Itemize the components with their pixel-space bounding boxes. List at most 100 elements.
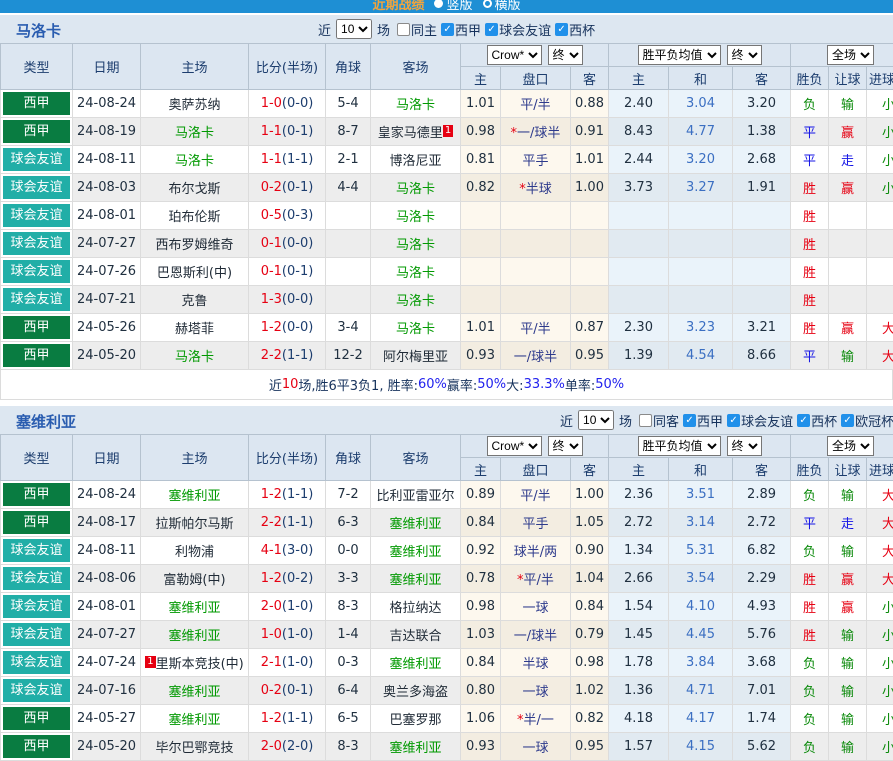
checkbox-checked-icon[interactable]: ✓: [555, 23, 568, 36]
away-team-name[interactable]: 马洛卡: [396, 98, 435, 113]
score-cell: 1-1(0-1): [249, 118, 326, 146]
checkbox-checked-icon[interactable]: ✓: [841, 414, 854, 427]
sub-header-3: 主: [609, 458, 669, 481]
home-team-name[interactable]: 珀布伦斯: [168, 210, 220, 225]
home-team-name[interactable]: 利物浦: [175, 545, 214, 560]
result-handicap: 赢: [829, 118, 867, 146]
result-wdl: 胜: [791, 230, 829, 258]
home-team-name[interactable]: 塞维利亚: [168, 629, 220, 644]
home-team-name[interactable]: 奥萨苏纳: [168, 98, 220, 113]
home-team-name[interactable]: 布尔戈斯: [168, 182, 220, 197]
checkbox-unchecked-icon[interactable]: [639, 414, 652, 427]
fulltime-score: 1-1: [261, 124, 282, 139]
home-team-name[interactable]: 克鲁: [181, 294, 207, 309]
fulltime-score: 1-2: [261, 571, 282, 586]
home-team-name[interactable]: 塞维利亚: [168, 489, 220, 504]
away-team-name[interactable]: 塞维利亚: [389, 741, 441, 756]
league-filter[interactable]: ✓西甲: [441, 20, 481, 39]
league-filter[interactable]: ✓西甲: [683, 411, 723, 430]
league-filter[interactable]: ✓西杯: [555, 20, 595, 39]
home-team-name[interactable]: 毕尔巴鄂竞技: [155, 741, 233, 756]
mean-home-odds: [609, 286, 669, 314]
away-team-name[interactable]: 皇家马德里: [378, 126, 443, 141]
away-team-name[interactable]: 塞维利亚: [389, 657, 441, 672]
home-team-name[interactable]: 里斯本竞技(中): [156, 657, 244, 672]
score-cell: 1-1(1-1): [249, 146, 326, 174]
mean-final-select[interactable]: 终: [727, 436, 762, 456]
away-team-name[interactable]: 格拉纳达: [389, 601, 441, 616]
home-team-name[interactable]: 巴恩斯利(中): [157, 266, 232, 281]
sub-header-8: 进球数: [867, 458, 893, 481]
mean-draw-odds: 5.31: [669, 537, 733, 565]
away-team-name[interactable]: 比利亚雷亚尔: [376, 489, 454, 504]
crow-final-select[interactable]: 终: [548, 436, 583, 456]
home-team-name[interactable]: 赫塔菲: [175, 322, 214, 337]
sub-header-4: 和: [669, 458, 733, 481]
sub-header-0: 主: [461, 67, 501, 90]
league-filter[interactable]: ✓西杯: [797, 411, 837, 430]
home-team-name[interactable]: 塞维利亚: [168, 685, 220, 700]
league-filter[interactable]: ✓欧冠杯: [841, 411, 893, 430]
handicap-text: 半球: [526, 182, 552, 197]
away-team-cell: 塞维利亚: [371, 733, 461, 761]
home-team-name[interactable]: 拉斯帕尔马斯: [155, 517, 233, 532]
league-filter[interactable]: ✓球会友谊: [485, 20, 551, 39]
date-cell: 24-08-01: [73, 202, 141, 230]
match-row: 球会友谊24-07-241里斯本竞技(中)2-1(1-0)0-3塞维利亚0.84…: [1, 649, 893, 677]
home-team-name[interactable]: 塞维利亚: [168, 601, 220, 616]
away-team-name[interactable]: 阿尔梅里亚: [383, 350, 448, 365]
mean-odds-select[interactable]: 胜平负均值: [638, 45, 721, 65]
halftime-score: (0-1): [282, 264, 313, 279]
col-header-2: 主场: [141, 44, 249, 90]
fulltime-select[interactable]: 全场: [827, 45, 874, 65]
table-header: 类型日期主场比分(半场)角球客场Crow*终胜平负均值终全场主盘口客主和客胜负让…: [1, 44, 893, 90]
recent-count-select[interactable]: 10: [578, 410, 614, 430]
recent-count-select[interactable]: 10: [336, 19, 372, 39]
checkbox-checked-icon[interactable]: ✓: [485, 23, 498, 36]
away-team-name[interactable]: 吉达联合: [389, 629, 441, 644]
home-team-name[interactable]: 塞维利亚: [168, 713, 220, 728]
mean-home-odds: 1.45: [609, 621, 669, 649]
fulltime-select[interactable]: 全场: [827, 436, 874, 456]
checkbox-unchecked-icon[interactable]: [397, 23, 410, 36]
home-team-name[interactable]: 西布罗姆维奇: [155, 238, 233, 253]
home-team-name[interactable]: 马洛卡: [175, 350, 214, 365]
crow-away-odds: 1.00: [571, 174, 609, 202]
mean-draw-odds: 4.15: [669, 733, 733, 761]
home-team-name[interactable]: 富勒姆(中): [163, 573, 225, 588]
away-team-cell: 奥兰多海盗: [371, 677, 461, 705]
home-team-name[interactable]: 马洛卡: [175, 126, 214, 141]
away-team-name[interactable]: 巴塞罗那: [389, 713, 441, 728]
checkbox-checked-icon[interactable]: ✓: [727, 414, 740, 427]
crow-bookmaker-select[interactable]: Crow*: [487, 45, 542, 65]
layout-radio-vertical[interactable]: 竖版: [434, 0, 472, 13]
checkbox-checked-icon[interactable]: ✓: [683, 414, 696, 427]
handicap-cell: 半球: [501, 649, 571, 677]
away-team-name[interactable]: 博洛尼亚: [389, 154, 441, 169]
away-team-cell: 塞维利亚: [371, 509, 461, 537]
crow-bookmaker-select[interactable]: Crow*: [487, 436, 542, 456]
away-team-name[interactable]: 塞维利亚: [389, 517, 441, 532]
league-filter[interactable]: ✓球会友谊: [727, 411, 793, 430]
checkbox-checked-icon[interactable]: ✓: [441, 23, 454, 36]
mean-final-select[interactable]: 终: [727, 45, 762, 65]
home-team-name[interactable]: 马洛卡: [175, 154, 214, 169]
away-team-name[interactable]: 马洛卡: [396, 238, 435, 253]
checkbox-checked-icon[interactable]: ✓: [797, 414, 810, 427]
away-team-name[interactable]: 马洛卡: [396, 210, 435, 225]
away-team-name[interactable]: 奥兰多海盗: [383, 685, 448, 700]
away-team-name[interactable]: 马洛卡: [396, 182, 435, 197]
home-team-cell: 马洛卡: [141, 118, 249, 146]
crow-final-select[interactable]: 终: [548, 45, 583, 65]
away-team-name[interactable]: 马洛卡: [396, 322, 435, 337]
away-team-name[interactable]: 塞维利亚: [389, 573, 441, 588]
mean-odds-select[interactable]: 胜平负均值: [638, 436, 721, 456]
away-team-name[interactable]: 马洛卡: [396, 294, 435, 309]
same-venue-filter[interactable]: 同客: [639, 411, 679, 430]
same-venue-filter[interactable]: 同主: [397, 20, 437, 39]
away-team-name[interactable]: 马洛卡: [396, 266, 435, 281]
sub-header-5: 客: [733, 67, 791, 90]
mean-away-odds: 1.91: [733, 174, 791, 202]
away-team-name[interactable]: 塞维利亚: [389, 545, 441, 560]
layout-radio-horizontal[interactable]: 横版: [483, 0, 521, 13]
